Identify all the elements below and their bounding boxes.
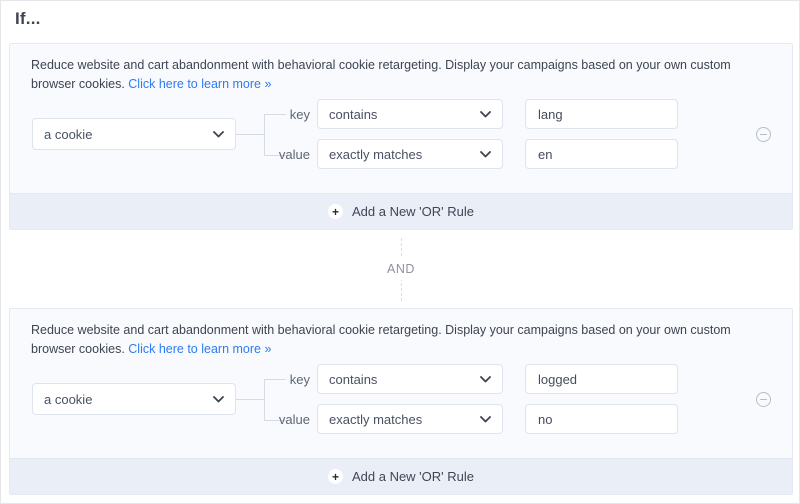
key-row-label: key (250, 99, 310, 129)
rule-description: Reduce website and cart abandonment with… (31, 56, 771, 95)
and-label: AND (381, 258, 421, 280)
add-or-rule-label: Add a New 'OR' Rule (352, 204, 474, 219)
plus-icon: + (328, 469, 343, 484)
condition-subject-select[interactable]: a cookie (32, 383, 236, 415)
condition-subject-value: a cookie (44, 127, 92, 142)
add-or-rule-button[interactable]: + Add a New 'OR' Rule (10, 193, 792, 229)
display-rules-panel: If... Reduce website and cart abandonmen… (0, 0, 800, 504)
add-or-rule-button[interactable]: + Add a New 'OR' Rule (10, 458, 792, 494)
value-operator-value: exactly matches (329, 147, 422, 162)
rule-block-2: Reduce website and cart abandonment with… (9, 308, 793, 495)
plus-icon: + (328, 204, 343, 219)
page-title: If... (15, 9, 41, 29)
value-operator-value: exactly matches (329, 412, 422, 427)
add-or-rule-label: Add a New 'OR' Rule (352, 469, 474, 484)
key-operator-select[interactable]: contains (317, 99, 503, 129)
chevron-down-icon (480, 376, 491, 383)
chevron-down-icon (213, 396, 224, 403)
learn-more-link[interactable]: Click here to learn more » (128, 77, 271, 91)
key-operator-value: contains (329, 107, 377, 122)
rule-block-1: Reduce website and cart abandonment with… (9, 43, 793, 230)
value-operator-select[interactable]: exactly matches (317, 139, 503, 169)
value-operator-select[interactable]: exactly matches (317, 404, 503, 434)
value-value-input[interactable] (525, 404, 678, 434)
remove-rule-button[interactable] (756, 127, 771, 142)
connector-line (236, 399, 264, 400)
connector-line (236, 134, 264, 135)
condition-subject-value: a cookie (44, 392, 92, 407)
key-operator-value: contains (329, 372, 377, 387)
value-value-input[interactable] (525, 139, 678, 169)
value-row-label: value (250, 404, 310, 434)
rule-description: Reduce website and cart abandonment with… (31, 321, 771, 360)
key-value-input[interactable] (525, 99, 678, 129)
chevron-down-icon (480, 416, 491, 423)
value-row-label: value (250, 139, 310, 169)
key-value-input[interactable] (525, 364, 678, 394)
chevron-down-icon (213, 131, 224, 138)
learn-more-link[interactable]: Click here to learn more » (128, 342, 271, 356)
chevron-down-icon (480, 151, 491, 158)
key-row-label: key (250, 364, 310, 394)
chevron-down-icon (480, 111, 491, 118)
and-connector: AND (1, 230, 800, 308)
key-operator-select[interactable]: contains (317, 364, 503, 394)
remove-rule-button[interactable] (756, 392, 771, 407)
condition-subject-select[interactable]: a cookie (32, 118, 236, 150)
